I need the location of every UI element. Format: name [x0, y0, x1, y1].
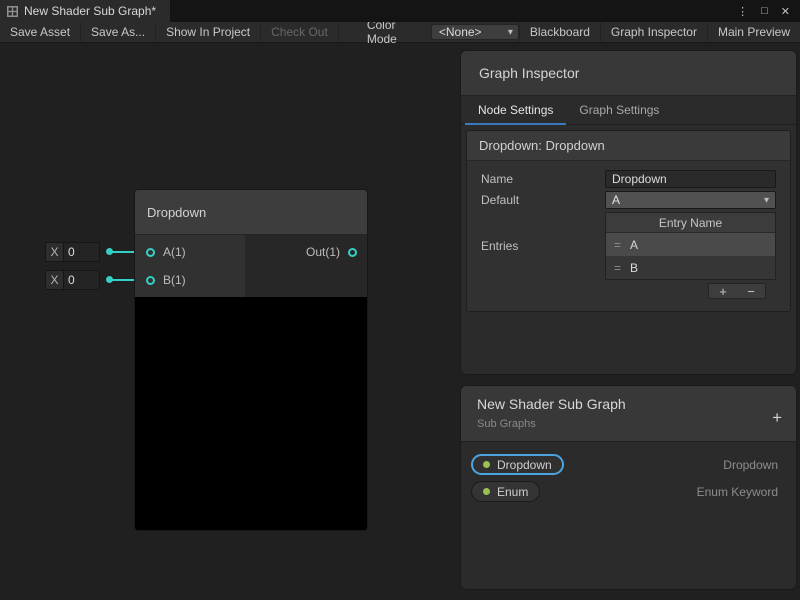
blackboard-subtitle: Sub Graphs [477, 418, 780, 430]
graph-inspector-toggle-button[interactable]: Graph Inspector [600, 22, 707, 42]
drag-handle-icon[interactable]: = [614, 261, 621, 275]
entry-value: B [630, 261, 638, 275]
input-port-row-b: B(1) [146, 271, 186, 289]
dropdown-node[interactable]: Dropdown A(1) B(1) Out(1) [135, 190, 367, 530]
document-title: New Shader Sub Graph* [24, 4, 156, 18]
output-port-label: Out(1) [306, 245, 340, 259]
drag-handle-icon[interactable]: = [614, 238, 621, 252]
chevron-down-icon: ▾ [764, 195, 769, 206]
tab-graph-settings[interactable]: Graph Settings [566, 96, 672, 124]
blackboard-item-enum[interactable]: Enum [471, 481, 540, 502]
graph-inspector-title: Graph Inspector [479, 65, 579, 81]
default-dropdown[interactable]: A ▾ [605, 191, 776, 209]
input-port-a-label: A(1) [163, 245, 186, 259]
property-color-dot [483, 488, 490, 495]
color-mode-label: Color Mode [339, 22, 431, 42]
output-port-row: Out(1) [306, 243, 357, 261]
name-input[interactable]: Dropdown [605, 170, 776, 188]
default-field-row: Default A ▾ [481, 191, 776, 209]
close-icon[interactable]: ✕ [781, 5, 790, 18]
blackboard-panel: New Shader Sub Graph Sub Graphs + Dropdo… [460, 385, 797, 590]
entries-list-header: Entry Name [606, 213, 775, 233]
widget-a-axis-label: X [46, 243, 63, 261]
blackboard-items: Dropdown Dropdown Enum Enum Keyword [461, 442, 796, 505]
property-name: Dropdown [497, 458, 552, 472]
graph-inspector-header: Graph Inspector [461, 51, 796, 96]
input-port-a[interactable] [146, 248, 155, 257]
input-port-b-label: B(1) [163, 273, 186, 287]
entry-row-a[interactable]: = A [606, 233, 775, 256]
maximize-icon[interactable]: □ [761, 5, 768, 17]
kebab-menu-icon[interactable]: ⋮ [737, 5, 748, 18]
save-as-button[interactable]: Save As... [81, 22, 156, 42]
check-out-button: Check Out [261, 22, 339, 42]
color-mode-dropdown[interactable]: <None> ▾ [431, 24, 519, 40]
property-type-label: Enum Keyword [697, 485, 778, 499]
entries-field-row: Entries Entry Name = A = B [481, 212, 776, 280]
input-port-b[interactable] [146, 276, 155, 285]
color-mode-value: <None> [439, 25, 482, 39]
blackboard-toggle-button[interactable]: Blackboard [519, 22, 600, 42]
node-settings-section: Dropdown: Dropdown Name Dropdown Default… [466, 130, 791, 312]
node-header[interactable]: Dropdown [135, 190, 367, 235]
name-label: Name [481, 172, 605, 186]
add-entry-button[interactable]: + [709, 284, 737, 298]
add-property-button[interactable]: + [772, 408, 782, 428]
default-label: Default [481, 193, 605, 207]
remove-entry-button[interactable]: − [737, 284, 765, 298]
property-color-dot [483, 461, 490, 468]
blackboard-item-row: Dropdown Dropdown [461, 451, 796, 478]
window-controls: ⋮ □ ✕ [737, 0, 800, 22]
toolbar: Save Asset Save As... Show In Project Ch… [0, 22, 800, 43]
graph-inspector-panel: Graph Inspector Node Settings Graph Sett… [460, 50, 797, 375]
entry-row-b[interactable]: = B [606, 256, 775, 279]
node-title: Dropdown [147, 205, 206, 220]
input-value-widget-b: X 0 [45, 270, 100, 290]
input-value-widget-a: X 0 [45, 242, 100, 262]
entries-footer-row: + − [481, 283, 776, 299]
blackboard-item-dropdown[interactable]: Dropdown [471, 454, 564, 475]
tab-node-settings[interactable]: Node Settings [465, 96, 566, 124]
toolbar-right-group: Blackboard Graph Inspector Main Preview [519, 22, 800, 42]
name-field-row: Name Dropdown [481, 170, 776, 188]
edge-dot-b [106, 276, 113, 283]
property-type-label: Dropdown [723, 458, 778, 472]
chevron-down-icon: ▾ [508, 27, 513, 38]
entries-list-footer: + − [708, 283, 766, 299]
property-name: Enum [497, 485, 528, 499]
widget-b-value-field[interactable]: 0 [63, 271, 99, 289]
entries-label: Entries [481, 239, 605, 253]
inspector-tabs: Node Settings Graph Settings [461, 96, 796, 125]
entry-value: A [630, 238, 638, 252]
title-bar: New Shader Sub Graph* ⋮ □ ✕ [0, 0, 800, 22]
blackboard-title: New Shader Sub Graph [477, 396, 780, 412]
save-asset-button[interactable]: Save Asset [0, 22, 81, 42]
blackboard-item-row: Enum Enum Keyword [461, 478, 796, 505]
blackboard-header: New Shader Sub Graph Sub Graphs + [461, 386, 796, 442]
default-dropdown-value: A [612, 193, 620, 207]
entries-list: Entry Name = A = B [605, 212, 776, 280]
shader-graph-icon [7, 6, 18, 17]
document-tab[interactable]: New Shader Sub Graph* [0, 0, 170, 22]
section-title: Dropdown: Dropdown [467, 131, 790, 161]
section-body: Name Dropdown Default A ▾ Entries Entry … [467, 161, 790, 311]
widget-a-value-field[interactable]: 0 [63, 243, 99, 261]
show-in-project-button[interactable]: Show In Project [156, 22, 261, 42]
node-preview [135, 297, 367, 530]
node-body: A(1) B(1) Out(1) [135, 235, 367, 297]
edge-dot-a [106, 248, 113, 255]
output-port[interactable] [348, 248, 357, 257]
input-port-row-a: A(1) [146, 243, 186, 261]
widget-b-axis-label: X [46, 271, 63, 289]
main-preview-toggle-button[interactable]: Main Preview [707, 22, 800, 42]
